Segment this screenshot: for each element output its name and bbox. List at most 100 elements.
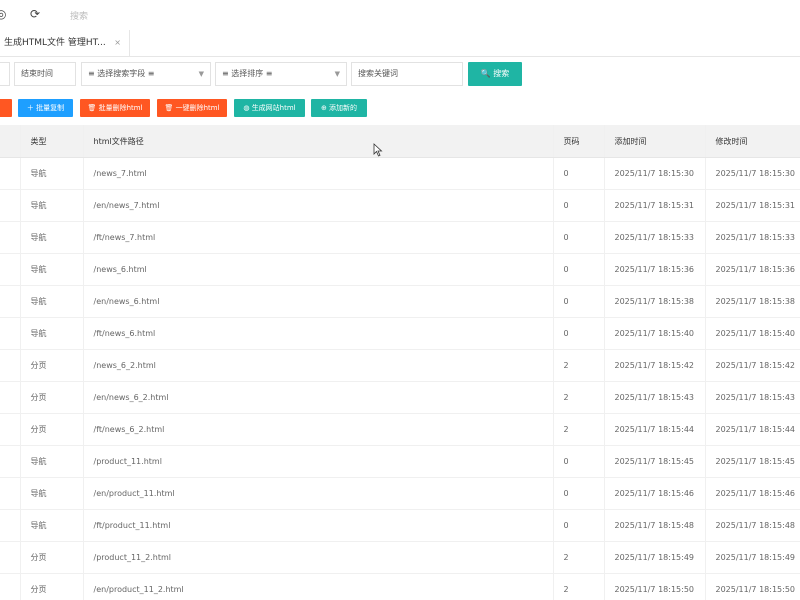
row-checkbox-cell[interactable] <box>0 573 21 600</box>
top-search-link[interactable]: 搜索 <box>70 9 88 22</box>
table-row[interactable]: 导航/ft/product_11.html 0 2025/11/7 18:15:48… <box>0 509 800 542</box>
batch-copy-label: 批量复制 <box>36 104 65 112</box>
data-table: 类型 html文件路径 页码 添加时间 修改时间 导航/news_7.html 0… <box>0 125 800 600</box>
added-time-cell: 2025/11/7 18:15:43 <box>604 381 706 414</box>
added-time-cell: 2025/11/7 18:15:46 <box>604 477 706 510</box>
start-time-field[interactable] <box>0 62 10 86</box>
type-cell: 导航 <box>20 221 84 254</box>
page-cell: 0 <box>553 157 605 190</box>
table-row[interactable]: 分页/en/product_11_2.html 2 2025/11/7 18:15:… <box>0 573 800 600</box>
column-header-page: 页码 <box>553 125 605 158</box>
table-row[interactable]: 导航/ft/news_6.html 0 2025/11/7 18:15:40 2025… <box>0 317 800 350</box>
added-time-cell: 2025/11/7 18:15:31 <box>604 189 706 222</box>
batch-delete-html-label: 批量删除html <box>98 104 143 112</box>
row-checkbox-cell[interactable] <box>0 221 21 254</box>
row-checkbox-cell[interactable] <box>0 541 21 574</box>
keyword-placeholder: 搜索关键词 <box>358 69 398 78</box>
table-row[interactable]: 分页/ft/news_6_2.html 2 2025/11/7 18:15:44 20… <box>0 413 800 446</box>
page-cell: 2 <box>553 413 605 446</box>
row-checkbox-cell[interactable] <box>0 317 21 350</box>
added-time-cell: 2025/11/7 18:15:49 <box>604 541 706 574</box>
page-cell: 0 <box>553 317 605 350</box>
chevron-down-icon: ▼ <box>334 70 340 78</box>
tab-html-manager[interactable]: 生成HTML文件 管理HT... × <box>0 30 130 56</box>
table-row[interactable]: 导航/en/news_7.html 0 2025/11/7 18:15:31 2025… <box>0 189 800 222</box>
path-cell: /en/product_11_2.html <box>83 573 554 600</box>
path-cell: /product_11.html <box>83 445 554 478</box>
path-cell: /news_6.html <box>83 253 554 286</box>
row-checkbox-cell[interactable] <box>0 509 21 542</box>
row-checkbox-cell[interactable] <box>0 349 21 382</box>
table-row[interactable]: 导航/news_7.html 0 2025/11/7 18:15:30 2025/11… <box>0 157 800 190</box>
table-row[interactable]: 分页/product_11_2.html 2 2025/11/7 18:15:49 2… <box>0 541 800 574</box>
path-cell: /ft/product_11.html <box>83 509 554 542</box>
path-cell: /news_6_2.html <box>83 349 554 382</box>
type-cell: 分页 <box>20 381 84 414</box>
column-header-modified: 修改时间 <box>705 125 800 158</box>
added-time-cell: 2025/11/7 18:15:44 <box>604 413 706 446</box>
row-checkbox-cell[interactable] <box>0 445 21 478</box>
table-row[interactable]: 导航/news_6.html 0 2025/11/7 18:15:36 2025/11… <box>0 253 800 286</box>
search-icon: 🔍 <box>480 69 491 78</box>
sort-label: ≡ 选择排序 ≡ <box>222 69 273 78</box>
end-time-field[interactable]: 结束时间 <box>14 62 76 86</box>
path-cell: /en/product_11.html <box>83 477 554 510</box>
modified-time-cell: 2025/11/7 18:15:43 <box>705 381 800 414</box>
table-row[interactable]: 导航/product_11.html 0 2025/11/7 18:15:45 202… <box>0 445 800 478</box>
refresh-icon[interactable]: ⟳ <box>30 7 40 21</box>
type-cell: 分页 <box>20 349 84 382</box>
modified-time-cell: 2025/11/7 18:15:38 <box>705 285 800 318</box>
search-button[interactable]: 🔍 搜索 <box>468 62 522 86</box>
table-header-row: 类型 html文件路径 页码 添加时间 修改时间 <box>0 125 800 158</box>
batch-copy-button[interactable]: ＋ 批量复制 <box>18 99 73 117</box>
row-checkbox-cell[interactable] <box>0 285 21 318</box>
globe-icon: ◍ <box>243 104 250 112</box>
column-header-added: 添加时间 <box>604 125 706 158</box>
type-cell: 分页 <box>20 573 84 600</box>
row-checkbox-cell[interactable] <box>0 253 21 286</box>
keyword-input[interactable]: 搜索关键词 <box>351 62 463 86</box>
add-new-button[interactable]: ⊕ 添加新的 <box>311 99 367 117</box>
type-cell: 导航 <box>20 253 84 286</box>
table-row[interactable]: 分页/en/news_6_2.html 2 2025/11/7 18:15:43 20… <box>0 381 800 414</box>
chevron-down-icon: ▼ <box>198 70 204 78</box>
row-checkbox-cell[interactable] <box>0 413 21 446</box>
table-row[interactable]: 分页/news_6_2.html 2 2025/11/7 18:15:42 2025/… <box>0 349 800 382</box>
type-cell: 导航 <box>20 445 84 478</box>
search-field-select[interactable]: ≡ 选择搜索字段 ≡ ▼ <box>81 62 211 86</box>
one-click-delete-html-button[interactable]: 🗑 一键删除html <box>157 99 227 117</box>
checkbox-column-header[interactable] <box>0 125 21 158</box>
close-icon[interactable]: × <box>114 30 121 56</box>
added-time-cell: 2025/11/7 18:15:48 <box>604 509 706 542</box>
added-time-cell: 2025/11/7 18:15:40 <box>604 317 706 350</box>
table-row[interactable]: 导航/en/product_11.html 0 2025/11/7 18:15:46… <box>0 477 800 510</box>
table-row[interactable]: 导航/en/news_6.html 0 2025/11/7 18:15:38 2025… <box>0 285 800 318</box>
table-row[interactable]: 导航/ft/news_7.html 0 2025/11/7 18:15:33 2025… <box>0 221 800 254</box>
type-cell: 导航 <box>20 189 84 222</box>
row-checkbox-cell[interactable] <box>0 477 21 510</box>
added-time-cell: 2025/11/7 18:15:50 <box>604 573 706 600</box>
row-checkbox-cell[interactable] <box>0 189 21 222</box>
mouse-cursor-icon <box>373 143 383 157</box>
path-cell: /en/news_6.html <box>83 285 554 318</box>
add-new-label: 添加新的 <box>329 104 358 112</box>
page-cell: 2 <box>553 573 605 600</box>
page-cell: 2 <box>553 381 605 414</box>
type-cell: 导航 <box>20 477 84 510</box>
action-bar: ＋ 批量复制 🗑 批量删除html 🗑 一键删除html ◍ 生成网站html … <box>0 96 800 122</box>
row-checkbox-cell[interactable] <box>0 381 21 414</box>
sort-select[interactable]: ≡ 选择排序 ≡ ▼ <box>215 62 347 86</box>
page-cell: 0 <box>553 445 605 478</box>
batch-delete-button[interactable] <box>0 99 12 117</box>
path-cell: /product_11_2.html <box>83 541 554 574</box>
page-cell: 0 <box>553 509 605 542</box>
column-header-path: html文件路径 <box>83 125 554 158</box>
generate-site-html-button[interactable]: ◍ 生成网站html <box>234 99 305 117</box>
page-cell: 2 <box>553 541 605 574</box>
globe-icon[interactable]: ◎ <box>0 7 6 21</box>
batch-delete-html-button[interactable]: 🗑 批量删除html <box>80 99 150 117</box>
row-checkbox-cell[interactable] <box>0 157 21 190</box>
search-field-label: ≡ 选择搜索字段 ≡ <box>88 69 155 78</box>
table-body: 导航/news_7.html 0 2025/11/7 18:15:30 2025/11… <box>0 157 800 600</box>
path-cell: /news_7.html <box>83 157 554 190</box>
